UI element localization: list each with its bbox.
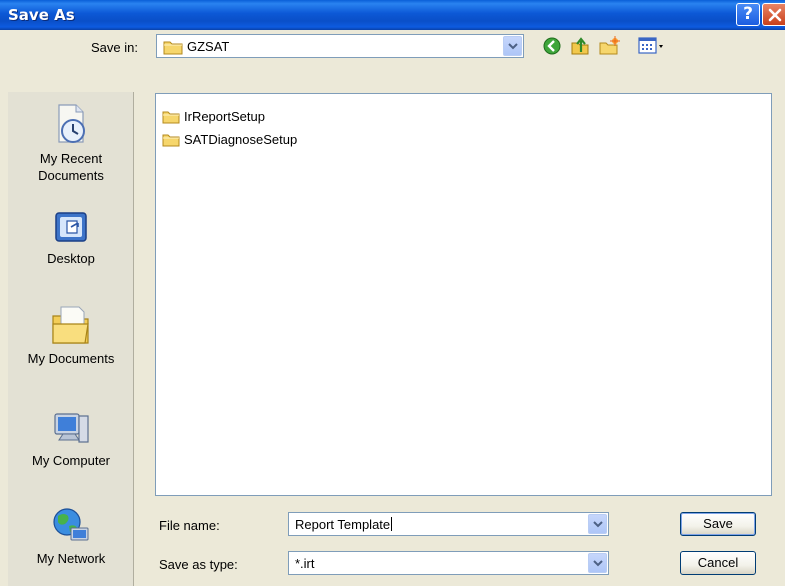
place-label-line1: My Recent: [39, 151, 103, 166]
save-as-dialog: Save As ? Save in: GZSAT My Recent Docum…: [0, 0, 785, 586]
save-in-label: Save in:: [91, 40, 138, 55]
my-computer-icon: [54, 413, 89, 443]
save-as-type-dropdown-arrow[interactable]: [588, 553, 607, 573]
up-folder-icon[interactable]: [570, 36, 590, 56]
file-name-input[interactable]: Report Template: [288, 512, 609, 536]
close-button[interactable]: [762, 3, 785, 26]
folder-icon: [162, 111, 180, 124]
title-bar[interactable]: Save As ?: [0, 0, 785, 30]
place-label-line1: My Documents: [27, 351, 115, 366]
place-my-recent-documents[interactable]: My Recent Documents: [8, 102, 134, 184]
save-as-type-label: Save as type:: [159, 557, 238, 572]
my-network-icon: [53, 508, 89, 541]
place-desktop[interactable]: Desktop: [8, 210, 134, 267]
text-caret: [391, 517, 393, 531]
chevron-down-icon: [593, 521, 603, 528]
help-button[interactable]: ?: [736, 3, 760, 26]
save-in-dropdown[interactable]: GZSAT: [156, 34, 524, 58]
place-label-line1: My Computer: [31, 453, 111, 468]
save-as-type-dropdown[interactable]: *.irt: [288, 551, 609, 575]
save-in-value: GZSAT: [187, 39, 230, 54]
file-list[interactable]: IrReportSetup SATDiagnoseSetup: [155, 93, 772, 496]
file-name-value: Report Template: [295, 517, 393, 532]
save-in-dropdown-arrow[interactable]: [503, 36, 522, 56]
place-label-line2: Documents: [38, 168, 104, 183]
cancel-button[interactable]: Cancel: [680, 551, 756, 575]
place-my-network[interactable]: My Network: [8, 506, 134, 567]
place-label-line1: My Network: [36, 551, 106, 566]
back-icon[interactable]: [542, 36, 562, 56]
file-name-dropdown-arrow[interactable]: [588, 514, 607, 534]
file-name-label: File name:: [159, 518, 220, 533]
file-name-text: IrReportSetup: [184, 109, 265, 124]
recent-documents-icon: [58, 104, 85, 143]
folder-icon: [162, 134, 180, 147]
desktop-icon: [55, 212, 87, 242]
places-bar: My Recent Documents Desktop My Documents: [8, 92, 134, 586]
save-as-type-value: *.irt: [295, 556, 315, 571]
close-icon: [768, 8, 782, 22]
place-label-line1: Desktop: [47, 251, 95, 266]
chevron-down-icon: [508, 43, 518, 50]
place-my-documents[interactable]: My Documents: [8, 302, 134, 367]
file-name-text: SATDiagnoseSetup: [184, 132, 298, 147]
my-documents-icon: [52, 306, 89, 344]
place-my-computer[interactable]: My Computer: [8, 410, 134, 469]
chevron-down-icon: [593, 560, 603, 567]
window-title: Save As: [8, 6, 75, 24]
file-name-text-value: Report Template: [295, 517, 391, 532]
folder-icon: [163, 41, 183, 55]
view-menu-icon[interactable]: [638, 36, 668, 56]
new-folder-icon[interactable]: [598, 36, 620, 56]
save-button[interactable]: Save: [680, 512, 756, 536]
